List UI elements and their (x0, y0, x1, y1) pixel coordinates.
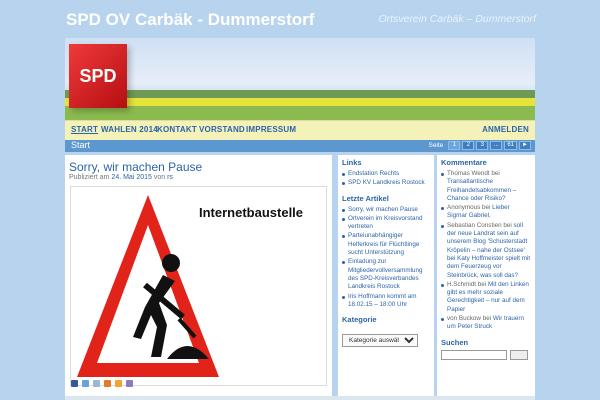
comment-author: Anonymous (447, 204, 481, 212)
spd-logo[interactable]: SPD (69, 44, 127, 108)
recent-post-item[interactable]: Einladung zur Mitgliedervollversammlung … (342, 258, 430, 291)
search-heading: Suchen (441, 337, 469, 347)
search-form (441, 349, 531, 360)
recent-post-item[interactable]: Iris Hoffmann kommt am 18.02.15 – 18:00 … (342, 293, 430, 310)
sidebar-right: Kommentare Thomas Wendt bei Transatlanti… (437, 155, 535, 400)
delicious-icon[interactable] (93, 380, 100, 387)
banner-grass (65, 106, 535, 120)
comment-author: Thomas Wendt (447, 170, 490, 177)
links-heading: Links (342, 158, 362, 167)
next-page-button[interactable]: ► (519, 141, 531, 150)
links-list: Endstation Rechts SPD KV Landkreis Rosto… (342, 170, 430, 188)
recent-post-item[interactable]: Parteiunabhängiger Helferkreis für Flüch… (342, 232, 430, 257)
page-ellipsis: ... (490, 141, 503, 150)
spd-logo-text: SPD (79, 65, 117, 86)
site-title[interactable]: SPD OV Carbäk - Dummerstorf (66, 10, 314, 30)
comment-item: von Buckow bei Wir trauern um Peter Stru… (441, 315, 531, 332)
link-item[interactable]: Endstation Rechts (342, 170, 430, 178)
recent-post-item[interactable]: Sorry, wir machen Pause (342, 206, 430, 214)
link-item[interactable]: SPD KV Landkreis Rostock (342, 179, 430, 187)
page-link[interactable]: 61 (504, 141, 517, 150)
footer-strip (65, 396, 535, 400)
comment-on: bei (482, 315, 492, 323)
nav-login-link[interactable]: ANMELDEN (482, 125, 529, 134)
comments-list: Thomas Wendt bei Transatlantische Freiha… (441, 170, 531, 332)
post-author-link[interactable]: rs (167, 174, 173, 181)
breadcrumb-bar: Start Seite 1 2 3 ... 61 ► (65, 140, 535, 152)
comment-on: bei (491, 170, 500, 177)
recent-posts-heading: Letzte Artikel (342, 193, 389, 203)
recent-posts-list: Sorry, wir machen Pause Ortverein im Kre… (342, 206, 430, 310)
rss-icon[interactable] (115, 380, 122, 387)
search-input[interactable] (441, 349, 507, 360)
comment-on: bei (503, 221, 512, 229)
comment-author: Sebastian Constien (447, 221, 502, 229)
stumble-icon[interactable] (104, 380, 111, 387)
comment-author: H.Schmidt (447, 280, 477, 288)
category-select[interactable]: Kategorie auswählen (342, 334, 418, 348)
construction-sign-image: Internetbaustelle (70, 186, 327, 386)
page-link[interactable]: 2 (462, 141, 475, 150)
nav-item-wahlen-2014[interactable]: WAHLEN 2014 (101, 125, 158, 134)
sign-caption: Internetbaustelle (199, 205, 304, 220)
facebook-icon[interactable] (71, 380, 78, 387)
page-link[interactable]: 1 (448, 141, 461, 150)
comment-on: bei (477, 280, 487, 288)
comment-item: H.Schmidt bei Mit den Linken gibt es meh… (441, 281, 531, 314)
nav-item-vorstand[interactable]: VORSTAND (199, 125, 245, 134)
main-content: Sorry, wir machen Pause Publiziert am 24… (65, 155, 332, 400)
pagination: Seite 1 2 3 ... 61 ► (428, 141, 531, 150)
site-tagline: Ortsverein Carbäk – Dummerstorf (378, 13, 536, 25)
email-icon[interactable] (126, 380, 133, 387)
nav-item-kontakt[interactable]: KONTAKT (157, 125, 197, 134)
post-date-link[interactable]: 24. Mai 2015 (111, 174, 151, 181)
main-nav: START WAHLEN 2014 KONTAKT VORSTAND IMPRE… (65, 120, 535, 140)
search-button[interactable] (510, 349, 528, 360)
comment-on: bei (482, 204, 491, 212)
nav-item-start[interactable]: START (71, 125, 98, 134)
twitter-icon[interactable] (82, 380, 89, 387)
share-icons (71, 380, 133, 387)
post-meta-by: von (153, 174, 166, 181)
breadcrumb[interactable]: Start (71, 140, 90, 150)
comment-post-link[interactable]: Transatlantische Freihandelsabkommen – C… (447, 178, 516, 202)
comment-item: Thomas Wendt bei Transatlantische Freiha… (441, 170, 531, 203)
comment-item: Anonymous bei Lieber Sigmar Gabriel, (441, 204, 531, 221)
category-heading: Kategorie (342, 315, 377, 325)
header-banner: SPD (65, 38, 535, 120)
sidebar-left: Links Endstation Rechts SPD KV Landkreis… (338, 155, 434, 400)
recent-post-item[interactable]: Ortverein im Kreisvorstand vertreten (342, 215, 430, 232)
comments-heading: Kommentare (441, 158, 487, 167)
page-link[interactable]: 3 (476, 141, 489, 150)
nav-item-impressum[interactable]: IMPRESSUM (246, 125, 296, 134)
comment-item: Sebastian Constien bei soll der neue Lan… (441, 222, 531, 280)
post-meta: Publiziert am 24. Mai 2015 von rs (69, 174, 173, 181)
post-meta-prefix: Publiziert am (69, 174, 110, 181)
post-title[interactable]: Sorry, wir machen Pause (69, 160, 202, 174)
pagination-label: Seite (428, 142, 444, 149)
comment-author: von Buckow (447, 315, 481, 323)
comment-post-link[interactable]: soll der neue Landrat sein auf unserem B… (447, 222, 530, 279)
